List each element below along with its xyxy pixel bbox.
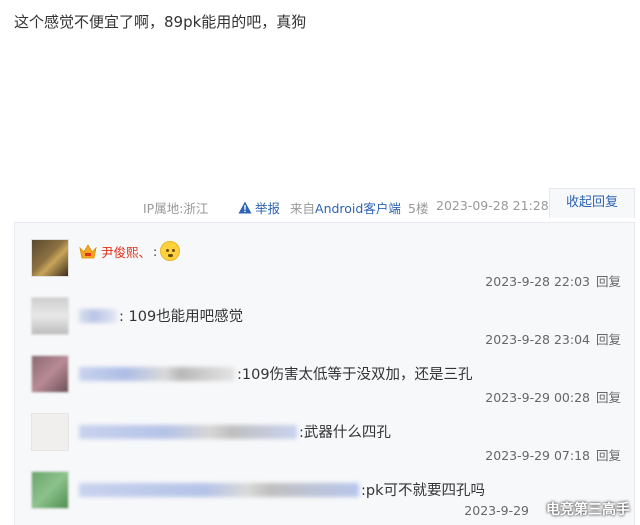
reply-time: 2023-9-29 07:18 xyxy=(485,448,590,463)
post-meta-bar: IP属地:浙江 举报 来自Android客户端 5楼 2023-09-28 21… xyxy=(0,188,640,218)
reply-text: : xyxy=(153,243,158,259)
reply-time: 2023-9-29 xyxy=(464,503,529,518)
blurred-username[interactable] xyxy=(79,308,117,323)
reply-time: 2023-9-29 00:28 xyxy=(485,390,590,405)
reply-footer: 2023-9-29 07:18 回复 xyxy=(485,445,621,464)
reply-footer: 2023-9-29 00:28 回复 xyxy=(485,387,621,406)
avatar[interactable] xyxy=(31,413,69,451)
reply-text: : 109也能用吧感觉 xyxy=(119,309,244,325)
post-source: 来自Android客户端 xyxy=(290,198,401,217)
post-text: 这个感觉不便宜了啊，89pk能用的吧，真狗 xyxy=(14,13,307,31)
warning-icon xyxy=(238,201,252,214)
avatar[interactable] xyxy=(31,355,69,393)
watermark: 电竞第三高手 xyxy=(546,502,630,518)
reply-button[interactable]: 回复 xyxy=(596,448,621,463)
reply-button[interactable]: 回复 xyxy=(596,274,621,289)
avatar[interactable] xyxy=(31,471,69,509)
ip-location: IP属地:浙江 xyxy=(143,201,209,216)
reply-content: :109伤害太低等于没双加，还是三孔 xyxy=(79,363,473,384)
reply-content: 尹俊熙、 : xyxy=(79,241,181,261)
avatar[interactable] xyxy=(31,239,69,277)
reply-time: 2023-9-28 22:03 xyxy=(485,274,590,289)
post-time: 2023-09-28 21:28 xyxy=(436,198,549,213)
reply-text: :武器什么四孔 xyxy=(299,425,391,441)
reply-content: :pk可不就要四孔吗 xyxy=(79,479,485,500)
avatar[interactable] xyxy=(31,297,69,335)
collapse-replies-button[interactable]: 收起回复 xyxy=(549,188,635,218)
blurred-username[interactable] xyxy=(79,366,235,381)
reply-time: 2023-9-28 23:04 xyxy=(485,332,590,347)
reply-button[interactable]: 回复 xyxy=(596,390,621,405)
reply-footer: 2023-9-28 23:04 回复 xyxy=(485,329,621,348)
vip-crown-icon xyxy=(79,244,97,259)
android-client-link[interactable]: Android客户端 xyxy=(315,201,401,216)
reply-username[interactable]: 尹俊熙、 xyxy=(101,242,151,261)
floor-number: 5楼 xyxy=(408,201,429,216)
report-label: 举报 xyxy=(255,201,281,216)
blurred-username[interactable] xyxy=(79,424,297,439)
emoji-icon xyxy=(160,241,181,261)
reply-footer: 2023-9-28 22:03 回复 xyxy=(485,271,621,290)
reply-footer: 2023-9-29 xyxy=(464,503,529,518)
reply-button[interactable]: 回复 xyxy=(596,332,621,347)
blurred-username[interactable] xyxy=(79,482,359,497)
report-link[interactable]: 举报 xyxy=(238,198,280,217)
reply-list: 尹俊熙、 : 2023-9-28 22:03 回复 : 109也能用吧感觉 202… xyxy=(14,222,635,525)
reply-text: :109伤害太低等于没双加，还是三孔 xyxy=(237,367,473,383)
reply-text: :pk可不就要四孔吗 xyxy=(361,483,485,499)
source-prefix: 来自 xyxy=(290,201,316,216)
reply-content: : 109也能用吧感觉 xyxy=(79,305,243,326)
reply-content: :武器什么四孔 xyxy=(79,421,391,442)
